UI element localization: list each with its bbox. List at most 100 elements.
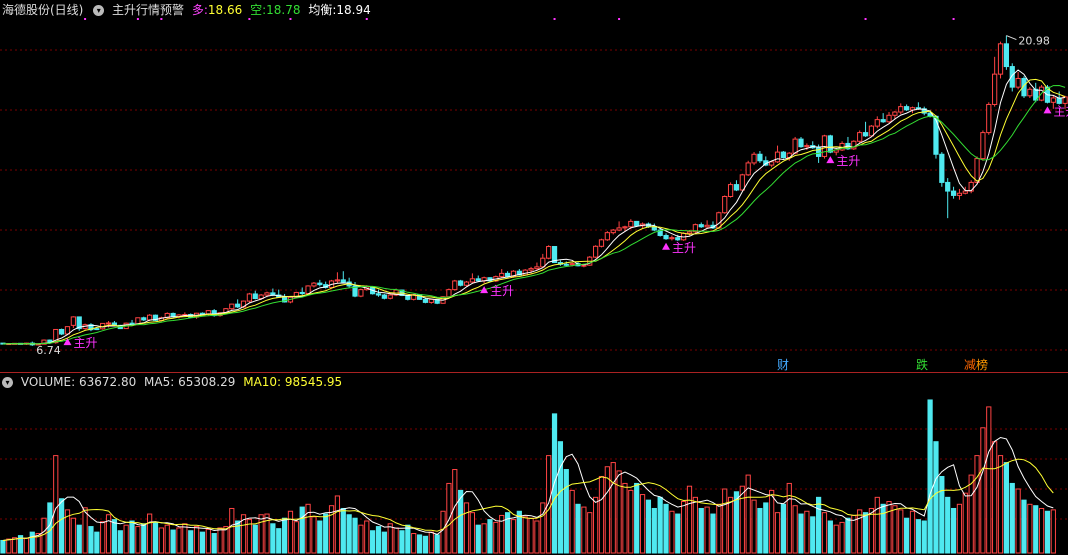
volume-bar [851,514,857,554]
candle-body [968,181,974,192]
volume-bar [634,482,640,554]
volume-bar [587,512,593,554]
volume-bar [434,534,440,554]
volume-bar [223,526,229,554]
volume-bar [880,503,886,554]
volume-bar [868,507,875,554]
candle-body [610,229,616,234]
volume-bar [516,510,522,554]
candle [780,151,787,159]
candle [980,130,986,161]
volume-bar [692,496,698,554]
volume-bar [962,492,968,554]
volume-bar [446,482,452,554]
candle [939,152,945,187]
volume-bar [463,502,470,554]
candle-body [317,282,323,286]
candle-body [616,227,622,231]
candle-body [862,132,869,137]
event-tag-rank[interactable]: 榜 [976,358,988,372]
candle-body [780,151,787,159]
event-tag-reduce[interactable]: 减 [964,358,976,372]
signal-triangle-icon [662,242,671,250]
volume-bar [53,455,59,554]
volume-bar [29,531,35,554]
volume-bar [352,517,358,554]
signal-dot [952,18,955,20]
signal-marker: 主升 [826,154,860,168]
volume-bar [311,516,317,554]
volume-bar [1033,505,1039,554]
volume-bar [669,510,675,554]
candle-body [1015,77,1021,88]
candle [141,316,147,322]
candle [745,160,751,176]
volume-bar [857,509,863,554]
volume-bar [123,524,129,554]
candle-body [634,220,640,227]
candle [358,288,364,298]
candle-body [229,303,235,310]
volume-bar [59,498,65,554]
candle [857,130,863,144]
volume-bar [193,526,200,554]
candle-body [534,266,540,270]
volume-bar [258,514,264,554]
volume-bar [821,512,828,554]
volume-bar [950,507,957,554]
volume-bar [639,494,646,554]
candle-body [569,263,575,266]
volume-bar [956,503,963,554]
volume-bar [475,524,481,554]
volume-bar [810,516,816,554]
volume-bar [769,489,775,554]
candle-body [751,153,757,164]
volume-bar [152,521,159,554]
volume-bar [628,489,634,554]
volume-chart [0,399,1068,554]
candle-body [722,195,728,214]
volume-bar [733,491,740,554]
volume-bar [522,516,528,554]
volume-bar [135,526,141,554]
candle-body [962,190,968,194]
signal-dot [84,18,87,20]
candle [481,276,487,284]
candle [557,260,564,266]
candle [956,188,963,200]
volume-bar [745,474,751,554]
volume-bar [41,517,47,554]
volume-bar [1009,482,1015,554]
volume-bar [997,455,1004,554]
candle-body [956,192,963,196]
candle [727,182,734,198]
candle-body [980,132,986,160]
event-tag-finance[interactable]: 财 [777,358,789,372]
candle-body [252,293,258,299]
candle-body [604,232,610,241]
candle-body [945,181,951,192]
signal-dot [160,18,163,20]
volume-bar [651,507,657,554]
volume-bar [681,501,687,554]
candle [997,41,1004,79]
volume-bar [1021,499,1027,554]
volume-bar [100,521,106,554]
candle [59,328,65,336]
volume-bar [94,531,100,554]
volume-bar [0,539,6,554]
volume-bar [117,530,123,554]
volume-bar [945,496,951,554]
high-price-label: 20.98 [1018,35,1050,48]
candle-body [428,298,434,303]
candle-body [792,138,798,154]
volume-bar [129,520,135,554]
candle [334,272,341,284]
candle-body [727,184,734,197]
event-tag-fall[interactable]: 跌 [916,358,928,372]
volume-bar [827,520,833,554]
candle [375,289,382,297]
candle-body [733,184,740,191]
candle-body [986,103,992,134]
candle-body [593,245,599,258]
